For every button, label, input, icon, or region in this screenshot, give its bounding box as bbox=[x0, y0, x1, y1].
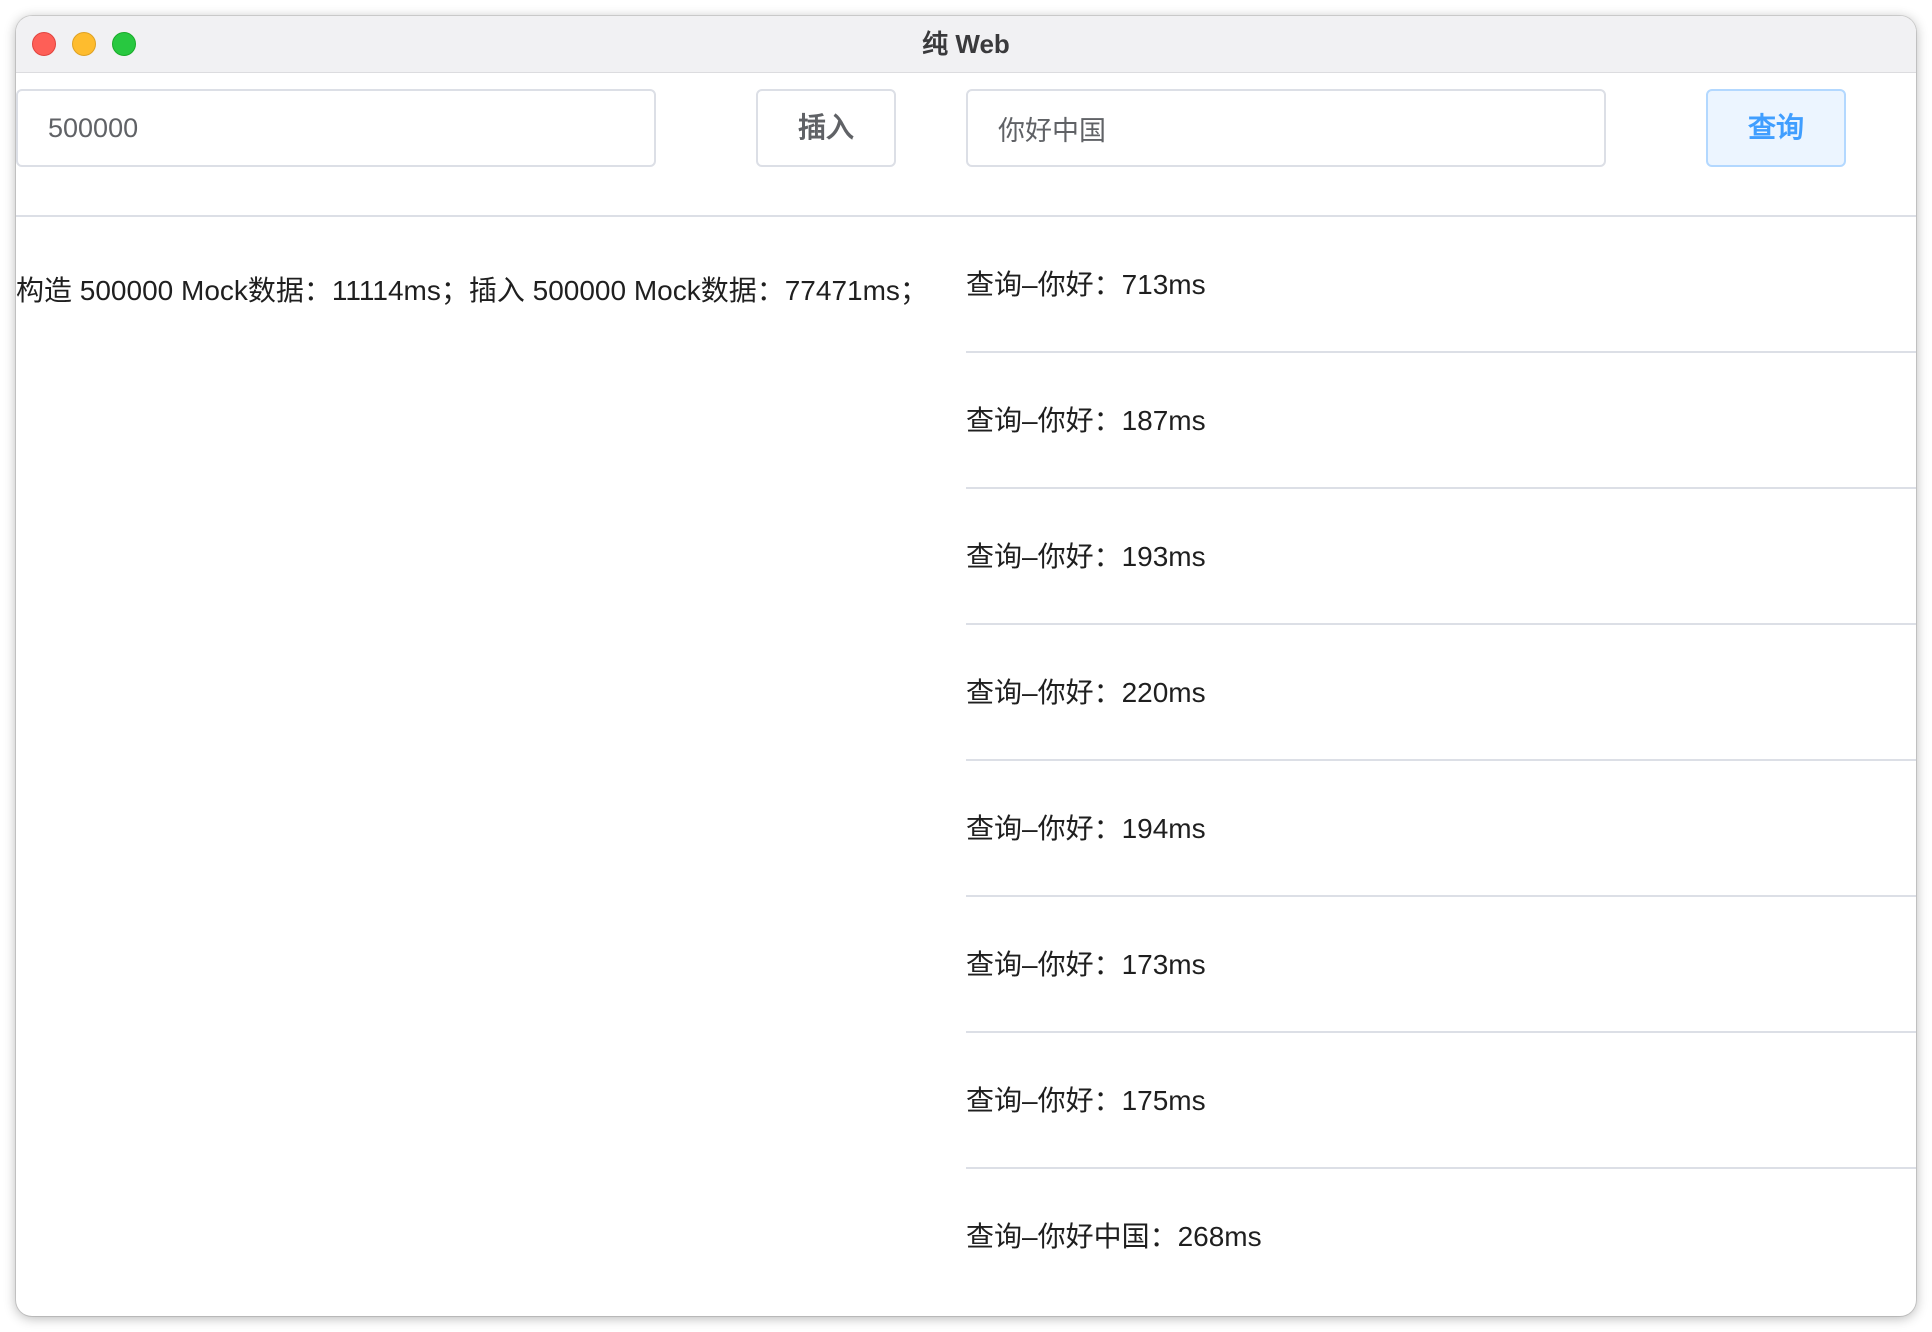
query-result-item: 查询–你好：713ms bbox=[966, 217, 1916, 353]
insert-button[interactable]: 插入 bbox=[756, 89, 896, 167]
screen: 纯 Web 插入 查询 构造 500000 Mock数据：11114ms；插入 … bbox=[0, 0, 1932, 1332]
query-result-item: 查询–你好：187ms bbox=[966, 353, 1916, 489]
query-result-item: 查询–你好：193ms bbox=[966, 489, 1916, 625]
record-count-input[interactable] bbox=[16, 89, 656, 167]
query-results-list: 查询–你好：713ms 查询–你好：187ms 查询–你好：193ms 查询–你… bbox=[966, 217, 1916, 1305]
toolbar: 插入 查询 bbox=[16, 73, 1916, 217]
window-title: 纯 Web bbox=[922, 29, 1010, 59]
query-result-item: 查询–你好：220ms bbox=[966, 625, 1916, 761]
main-content: 插入 查询 构造 500000 Mock数据：11114ms；插入 500000… bbox=[16, 73, 1916, 1316]
query-input[interactable] bbox=[966, 89, 1606, 167]
window-titlebar[interactable]: 纯 Web bbox=[16, 16, 1916, 73]
query-result-item: 查询–你好：175ms bbox=[966, 1033, 1916, 1169]
query-result-item: 查询–你好：173ms bbox=[966, 897, 1916, 1033]
query-result-item: 查询–你好中国：268ms bbox=[966, 1221, 1262, 1252]
search-button[interactable]: 查询 bbox=[1706, 89, 1846, 167]
app-window: 纯 Web 插入 查询 构造 500000 Mock数据：11114ms；插入 … bbox=[16, 16, 1916, 1316]
query-result-item: 查询–你好：194ms bbox=[966, 761, 1916, 897]
insert-log-text: 构造 500000 Mock数据：11114ms；插入 500000 Mock数… bbox=[16, 275, 928, 306]
